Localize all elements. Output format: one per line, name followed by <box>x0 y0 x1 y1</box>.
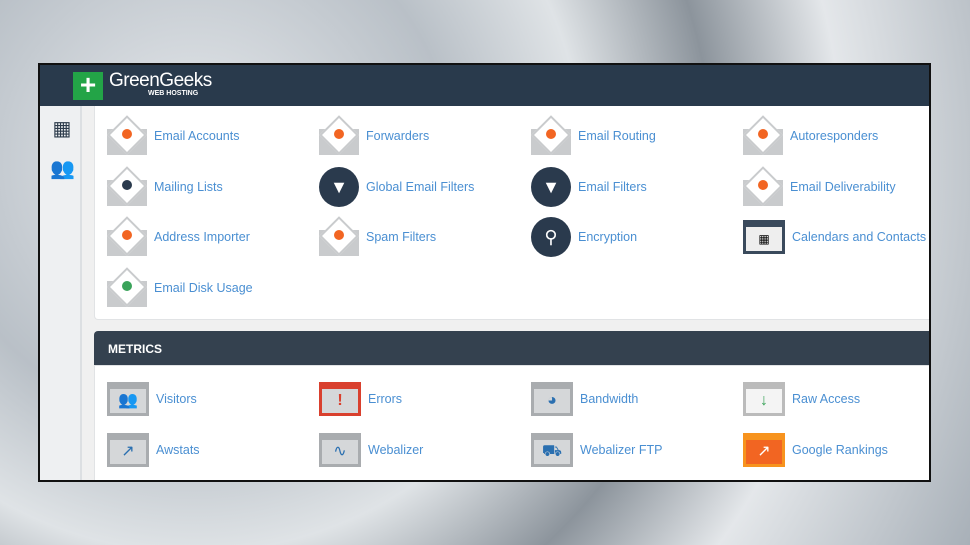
raw-access-icon: ↓ <box>743 382 785 416</box>
grid-icon[interactable]: ▦ <box>50 116 74 140</box>
email-item-label: Email Accounts <box>154 129 240 143</box>
email-panel: Email Accounts Forwarders Email Routing Aut… <box>94 106 929 320</box>
email-item-label: Email Routing <box>578 129 656 143</box>
email-item-label: Spam Filters <box>366 230 437 244</box>
bandwidth-icon: ◕ <box>531 382 573 416</box>
visitors-icon: 👥 <box>107 382 149 416</box>
metrics-item-label: Visitors <box>156 392 197 406</box>
calendar-icon: ▦ <box>743 220 785 254</box>
google-rankings-icon: ↗ <box>743 432 785 467</box>
email-item-label: Mailing Lists <box>154 179 223 194</box>
metrics-item[interactable]: ∿ Webalizer <box>319 430 423 470</box>
email-item[interactable]: ▼ Email Filters <box>531 166 647 207</box>
email-item[interactable]: Email Accounts <box>107 115 240 156</box>
metrics-item[interactable]: ! Errors <box>319 379 402 419</box>
email-item[interactable]: ▦ Calendars and Contacts <box>743 217 926 257</box>
metrics-header: METRICS <box>94 331 929 365</box>
metrics-item[interactable]: 👥 Visitors <box>107 379 197 419</box>
metrics-item-label: Raw Access <box>792 392 861 406</box>
webalizer-ftp-icon: ⛟ <box>531 432 573 467</box>
metrics-item-label: Bandwidth <box>580 392 639 406</box>
envelope-spam-icon <box>319 216 359 256</box>
email-item-label: Autoresponders <box>790 129 879 143</box>
logo-tagline: WEB HOSTING <box>148 90 199 97</box>
email-item[interactable]: Mailing Lists <box>107 165 223 207</box>
metrics-item[interactable]: ↗ Awstats <box>107 430 200 470</box>
global-filter-icon: ▼ <box>319 166 359 207</box>
email-item-label: Email Filters <box>578 179 647 194</box>
errors-icon: ! <box>319 382 361 416</box>
metrics-item[interactable]: ↓ Raw Access <box>743 379 860 419</box>
email-item[interactable]: ⚲ Encryption <box>531 217 637 257</box>
email-item-label: Email Deliverability <box>790 179 896 194</box>
email-item[interactable]: Address Importer <box>107 216 250 257</box>
metrics-panel: 👥 Visitors! Errors ◕ Bandwidth ↓ Raw Access ↗ Aw… <box>94 365 929 480</box>
filter-icon: ▼ <box>531 166 571 207</box>
email-item-label: Global Email Filters <box>366 179 475 194</box>
top-header: + GreenGeeks WEB HOSTING <box>40 65 929 106</box>
metrics-item-label: Errors <box>368 392 403 406</box>
envelope-auto-icon <box>743 115 783 155</box>
email-item-label: Encryption <box>578 230 638 244</box>
envelope-user-icon <box>107 115 147 155</box>
users-icon[interactable]: 👥 <box>50 156 75 180</box>
envelope-import-icon <box>107 216 147 256</box>
key-icon: ⚲ <box>531 217 571 257</box>
awstats-icon: ↗ <box>107 432 149 467</box>
sidebar: ▦ 👥 <box>40 106 82 480</box>
email-item[interactable]: Forwarders <box>319 115 430 156</box>
email-item[interactable]: Email Disk Usage <box>107 266 253 308</box>
envelope-key-icon <box>743 165 783 206</box>
email-item[interactable]: ▼ Global Email Filters <box>319 166 475 207</box>
envelope-list-icon <box>107 165 147 206</box>
metrics-item-label: Webalizer FTP <box>580 442 663 457</box>
metrics-item-label: Google Rankings <box>792 442 888 457</box>
metrics-item[interactable]: ⛟ Webalizer FTP <box>531 430 662 470</box>
envelope-pie-icon <box>107 266 147 307</box>
metrics-item-label: Awstats <box>156 442 200 457</box>
metrics-item-label: Webalizer <box>368 442 424 457</box>
webalizer-icon: ∿ <box>319 432 361 467</box>
email-item[interactable]: Email Deliverability <box>743 165 896 207</box>
envelope-arrow-icon <box>319 115 359 155</box>
email-item[interactable]: Spam Filters <box>319 216 437 257</box>
email-item[interactable]: Autoresponders <box>743 115 879 156</box>
logo-plus-icon[interactable]: + <box>73 71 103 100</box>
metrics-item[interactable]: ↗ Google Rankings <box>743 430 888 470</box>
cpanel-window: + GreenGeeks WEB HOSTING ▦ 👥 Email Accou… <box>38 63 931 482</box>
email-item-label: Forwarders <box>366 129 430 143</box>
email-item-label: Calendars and Contacts <box>792 230 927 244</box>
email-item-label: Email Disk Usage <box>154 280 253 295</box>
email-item[interactable]: Email Routing <box>531 115 656 156</box>
envelope-routing-icon <box>531 115 571 155</box>
email-item-label: Address Importer <box>154 230 250 244</box>
logo-text[interactable]: GreenGeeks <box>109 70 212 92</box>
metrics-item[interactable]: ◕ Bandwidth <box>531 379 638 419</box>
